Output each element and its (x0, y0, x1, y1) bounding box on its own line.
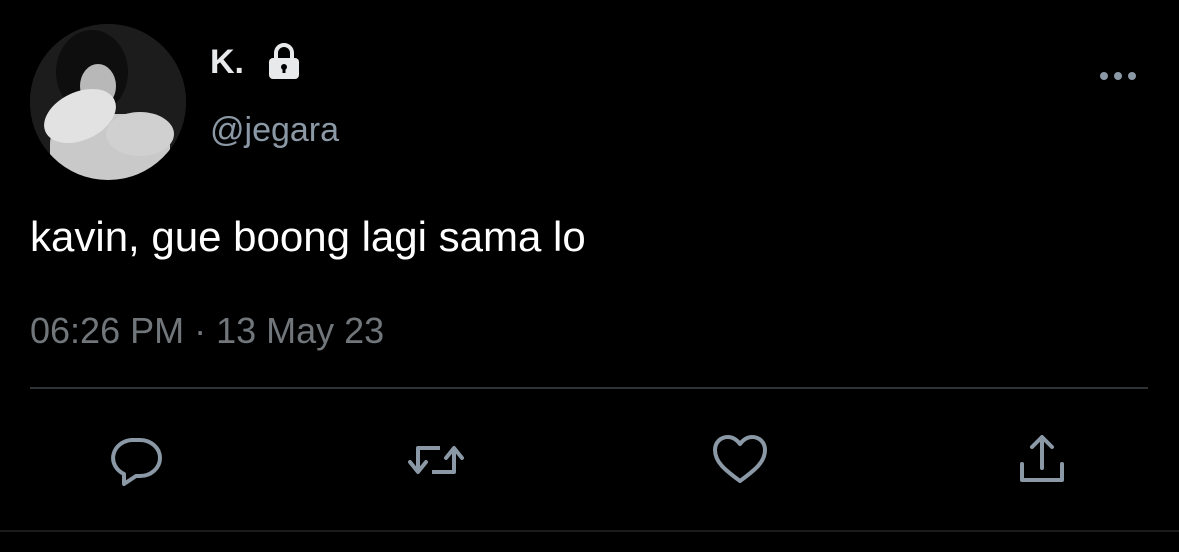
reply-button[interactable] (106, 430, 166, 490)
user-handle[interactable]: @jegara (210, 108, 339, 152)
tweet-timestamp[interactable]: 06:26 PM · 13 May 23 (30, 308, 384, 354)
like-button[interactable] (710, 430, 770, 490)
avatar-photo (30, 24, 186, 180)
avatar[interactable] (30, 24, 186, 180)
lock-icon (264, 41, 304, 81)
more-options-button[interactable] (1092, 56, 1144, 96)
heart-icon (713, 435, 767, 483)
speech-bubble-icon (111, 438, 162, 486)
divider (30, 387, 1148, 389)
bottom-divider (0, 530, 1179, 532)
upload-share-icon (1020, 435, 1064, 482)
retweet-button[interactable] (406, 430, 466, 490)
tweet-text: kavin, gue boong lagi sama lo (30, 213, 586, 260)
retweet-arrows-icon (408, 446, 464, 474)
share-button[interactable] (1012, 430, 1072, 490)
display-name[interactable]: K. (210, 40, 244, 84)
more-horizontal-icon (1100, 72, 1136, 80)
